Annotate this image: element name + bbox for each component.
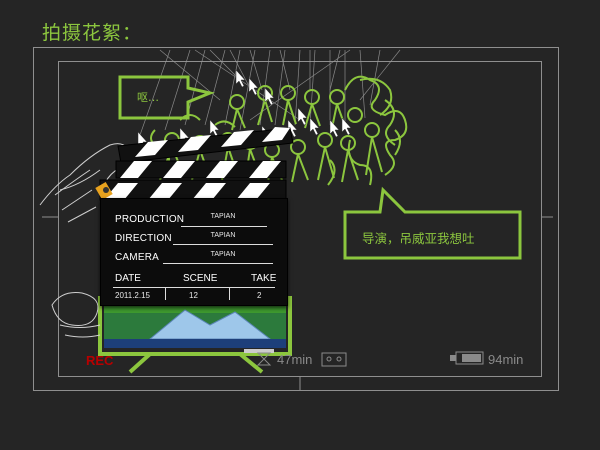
take-value: 2 xyxy=(257,291,262,300)
small-bubble-text: 呕… xyxy=(137,91,159,104)
clapper-top xyxy=(95,127,294,201)
direction-value: TAPIAN xyxy=(210,232,236,239)
tape-reel-right-icon xyxy=(336,356,342,362)
date-label: DATE xyxy=(115,273,141,284)
clapperboard: PRODUCTION TAPIAN DIRECTION TAPIAN CAMER… xyxy=(100,198,288,306)
tape-reel-left-icon xyxy=(326,356,332,362)
scene-value: 12 xyxy=(189,291,198,300)
big-speech-bubble xyxy=(343,186,522,260)
production-label: PRODUCTION xyxy=(115,214,185,225)
columns-divider xyxy=(113,287,275,288)
take-label: TAKE xyxy=(251,273,277,284)
battery-time: 94min xyxy=(488,352,524,367)
camera-underline xyxy=(163,263,273,264)
scene-label: SCENE xyxy=(183,273,218,284)
date-value: 2011.2.15 xyxy=(115,291,150,300)
scene-illustration xyxy=(39,49,553,391)
camera-label: CAMERA xyxy=(115,252,159,263)
big-bubble-text: 导演，吊威亚我想吐 xyxy=(362,231,475,246)
camera-value: TAPIAN xyxy=(210,251,236,258)
rec-indicator: REC xyxy=(86,353,114,368)
column-separator-2 xyxy=(229,288,230,300)
production-underline xyxy=(181,226,267,227)
production-value: TAPIAN xyxy=(210,213,236,220)
direction-label: DIRECTION xyxy=(115,233,172,244)
recorded-time: 47min xyxy=(277,352,313,367)
column-separator-1 xyxy=(165,288,166,300)
tape-icon xyxy=(321,352,347,367)
wires xyxy=(139,49,401,136)
direction-underline xyxy=(173,244,273,245)
battery-icon xyxy=(450,351,484,365)
